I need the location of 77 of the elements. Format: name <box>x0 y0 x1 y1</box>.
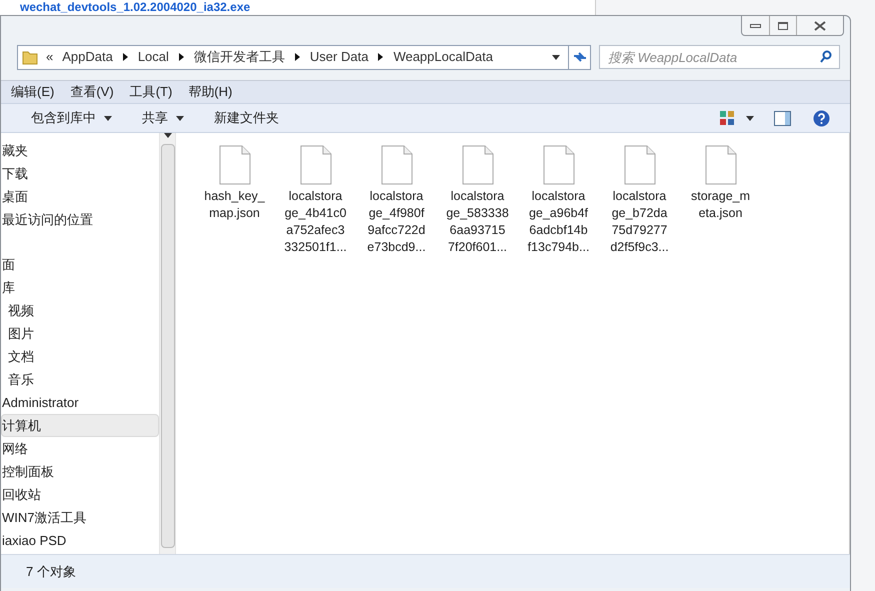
document-icon <box>218 145 250 185</box>
file-item[interactable]: localstora ge_583338 6aa93715 7f20f601... <box>437 145 518 256</box>
caret-icon <box>104 116 112 120</box>
file-item[interactable]: hash_key_ map.json <box>194 145 275 222</box>
file-name: storage_m eta.json <box>690 188 750 222</box>
nav-item[interactable]: 面 <box>1 253 159 276</box>
document-icon <box>624 145 656 185</box>
menu-item[interactable]: 查看(V) <box>68 82 116 102</box>
breadcrumb-item[interactable]: User Data <box>304 47 374 67</box>
nav-item[interactable]: 最近访问的位置 <box>1 208 159 231</box>
menu-item[interactable]: 帮助(H) <box>186 82 234 102</box>
file-item[interactable]: storage_m eta.json <box>680 145 761 222</box>
chevron-right-icon <box>178 53 184 61</box>
preview-pane-button[interactable] <box>774 110 791 126</box>
document-icon <box>462 145 494 185</box>
toolbar-button[interactable]: 共享 <box>142 108 184 128</box>
nav-item[interactable]: WIN7激活工具 <box>1 506 159 529</box>
file-name: localstora ge_a96b4f 6adcbf14b f13c794b... <box>528 188 590 256</box>
chevron-right-icon <box>294 53 300 61</box>
search-field[interactable]: 搜索 WeappLocalData <box>599 45 840 69</box>
caret-icon <box>746 116 754 120</box>
nav-item[interactable]: 文档 <box>1 345 159 368</box>
file-item[interactable]: localstora ge_b72da 75d79277 d2f5f9c3... <box>599 145 680 256</box>
dropdown-caret-icon <box>552 54 560 60</box>
help-icon <box>813 110 830 126</box>
status-text: 7 个对象 <box>26 562 76 581</box>
file-name: localstora ge_4f980f 9afcc722d e73bcd9... <box>367 188 426 256</box>
address-bar[interactable]: « AppData Local 微信开发者工具 User Data WeappLocalData <box>17 44 591 70</box>
file-name: localstora ge_b72da 75d79277 d2f5f9c3... <box>610 188 669 256</box>
file-item[interactable]: localstora ge_a96b4f 6adcbf14b f13c794b... <box>518 145 599 256</box>
view-options-button[interactable] <box>720 111 754 125</box>
file-item[interactable]: localstora ge_4b41c0 a752afec3 332501f1... <box>275 145 356 256</box>
toolbar-button[interactable]: 包含到库中 <box>31 108 112 128</box>
refresh-icon <box>572 51 586 63</box>
menu-item[interactable]: 工具(T) <box>128 82 174 102</box>
caret-icon <box>176 116 184 120</box>
nav-item[interactable]: 库 <box>1 276 159 299</box>
toolbar-button[interactable]: 新建文件夹 <box>214 108 279 128</box>
file-name: localstora ge_4b41c0 a752afec3 332501f1... <box>284 188 347 256</box>
nav-item[interactable]: 桌面 <box>1 185 159 208</box>
document-icon <box>380 145 412 185</box>
nav-item[interactable]: 图片 <box>1 322 159 345</box>
document-icon <box>542 145 574 185</box>
nav-item[interactable]: 控制面板 <box>1 460 159 483</box>
nav-item[interactable]: 网络 <box>1 437 159 460</box>
document-icon <box>300 145 332 185</box>
view-grid-icon <box>720 111 734 125</box>
scrollbar[interactable] <box>159 133 176 554</box>
nav-item[interactable]: iaxiao PSD <box>1 529 159 552</box>
scroll-thumb[interactable] <box>160 144 174 548</box>
window-title: wechat_devtools_1.02.2004020_ia32.exe <box>20 0 250 14</box>
close-icon <box>814 20 826 30</box>
maximize-icon <box>778 22 788 30</box>
overflow-chevron[interactable]: « <box>46 47 54 67</box>
breadcrumb-item[interactable]: AppData <box>57 47 118 67</box>
breadcrumb-item[interactable]: 微信开发者工具 <box>188 47 290 67</box>
search-icon <box>820 50 832 63</box>
document-icon <box>704 145 736 185</box>
breadcrumb-item[interactable]: WeappLocalData <box>388 47 498 67</box>
nav-item[interactable]: 下载 <box>1 162 159 185</box>
file-item[interactable]: localstora ge_4f980f 9afcc722d e73bcd9... <box>356 145 437 256</box>
nav-item[interactable]: 计算机 <box>1 414 159 437</box>
help-button[interactable] <box>813 110 830 126</box>
folder-icon <box>22 49 38 65</box>
file-name: localstora ge_583338 6aa93715 7f20f601... <box>446 188 509 256</box>
breadcrumb-item[interactable]: Local <box>132 47 174 67</box>
chevron-right-icon <box>378 53 384 61</box>
preview-pane-icon <box>774 110 791 126</box>
menu-item[interactable]: 编辑(E) <box>9 82 56 102</box>
minimize-icon <box>750 24 761 28</box>
nav-item[interactable]: 回收站 <box>1 483 159 506</box>
chevron-right-icon <box>122 53 128 61</box>
nav-item[interactable]: Administrator <box>1 391 159 414</box>
nav-item[interactable]: 藏夹 <box>1 139 159 162</box>
nav-item[interactable]: 视频 <box>1 299 159 322</box>
file-name: hash_key_ map.json <box>204 188 265 222</box>
nav-item[interactable]: 音乐 <box>1 368 159 391</box>
